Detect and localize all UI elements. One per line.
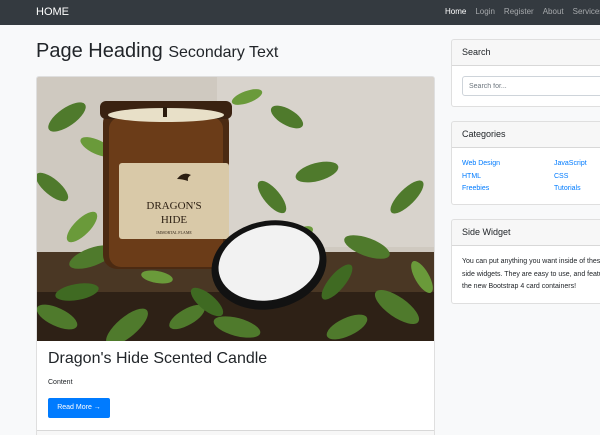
search-widget-title: Search: [452, 40, 600, 66]
navbar: HOME Home Login Register About Services: [0, 0, 600, 25]
side-widget: Side Widget You can put anything you wan…: [451, 219, 600, 304]
page-subheading: Secondary Text: [168, 44, 279, 61]
side-widget-text: You can put anything you want inside of …: [462, 256, 600, 294]
search-input[interactable]: [462, 76, 600, 96]
category-link-tutorials[interactable]: Tutorials: [554, 185, 581, 192]
post-card-footer: [37, 430, 434, 435]
label-brand-line1: DRAGON'S: [146, 200, 201, 212]
side-widget-line: the new Bootstrap 4 card containers!: [462, 283, 577, 290]
nav-link-about[interactable]: About: [543, 7, 564, 19]
side-widget-line: You can put anything you want inside of …: [462, 258, 600, 265]
nav-links: Home Login Register About Services: [445, 7, 600, 19]
side-widget-line: side widgets. They are easy to use, and …: [462, 270, 600, 278]
nav-link-services[interactable]: Services: [573, 7, 600, 19]
page-title: Page Heading Secondary Text: [36, 39, 278, 65]
label-brand-line2: HIDE: [161, 214, 188, 226]
categories-widget: Categories Web Design HTML Freebies Java…: [451, 121, 600, 205]
post-title: Dragon's Hide Scented Candle: [48, 350, 268, 367]
categories-list-right: JavaScript CSS Tutorials: [554, 158, 587, 196]
category-link-javascript[interactable]: JavaScript: [554, 160, 587, 167]
label-brand-line3: IMMORTAL FLAME: [156, 230, 192, 235]
post-image[interactable]: DRAGON'S HIDE IMMORTAL FLAME: [37, 77, 434, 341]
nav-link-login[interactable]: Login: [475, 7, 495, 19]
side-widget-title: Side Widget: [452, 220, 600, 246]
blog-post-card: DRAGON'S HIDE IMMORTAL FLAME Dragon's Hi…: [36, 76, 435, 435]
candle-photo: DRAGON'S HIDE IMMORTAL FLAME: [37, 77, 434, 341]
category-link-css[interactable]: CSS: [554, 173, 568, 180]
read-more-button[interactable]: Read More →: [48, 398, 110, 418]
category-link-freebies[interactable]: Freebies: [462, 185, 489, 192]
categories-widget-title: Categories: [452, 122, 600, 148]
nav-link-register[interactable]: Register: [504, 7, 534, 19]
nav-link-home[interactable]: Home: [445, 7, 466, 19]
categories-list-left: Web Design HTML Freebies: [462, 158, 500, 196]
page-heading-text: Page Heading: [36, 40, 163, 62]
category-link-html[interactable]: HTML: [462, 173, 481, 180]
search-widget: Search: [451, 39, 600, 107]
post-content: Content: [48, 379, 73, 386]
category-link-web-design[interactable]: Web Design: [462, 160, 500, 167]
navbar-brand[interactable]: HOME: [36, 5, 69, 19]
